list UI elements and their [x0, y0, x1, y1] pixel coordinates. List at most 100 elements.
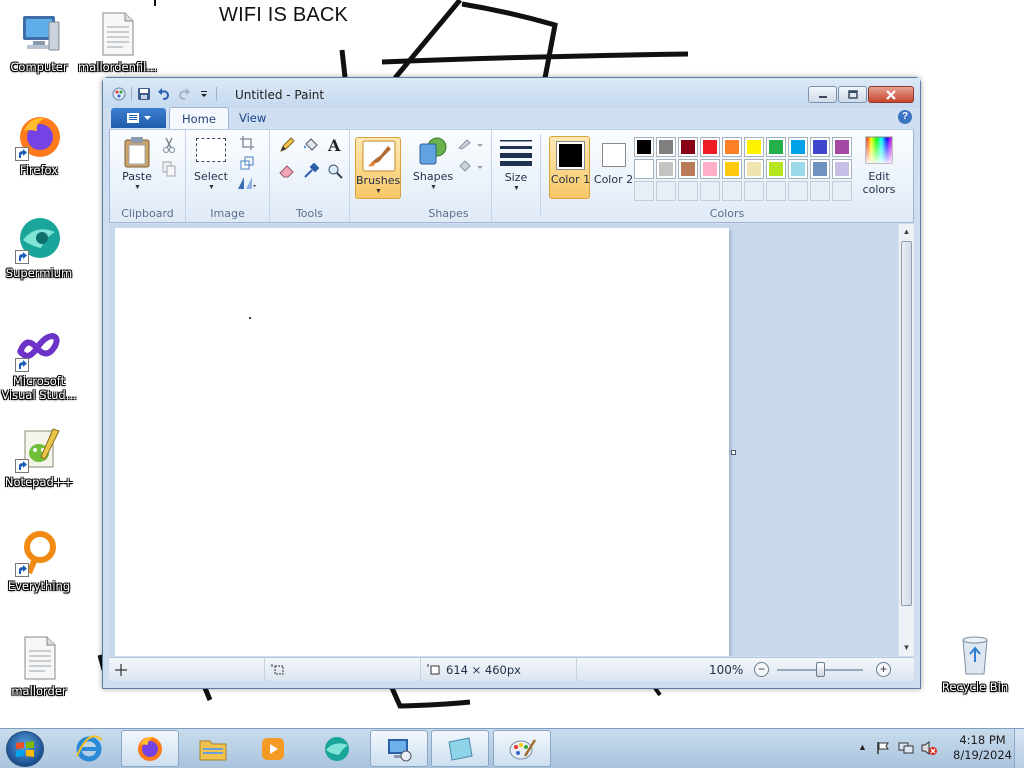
paint-app-icon[interactable]	[111, 86, 127, 102]
desktop-icon-firefox[interactable]: Firefox	[0, 113, 78, 177]
palette-swatch[interactable]	[788, 137, 808, 157]
palette-swatch[interactable]	[766, 137, 786, 157]
custom-color-slot[interactable]	[810, 181, 830, 201]
tab-home[interactable]: Home	[169, 107, 229, 129]
title-bar[interactable]: Untitled - Paint	[103, 78, 920, 108]
paint-menu-button[interactable]	[111, 108, 166, 128]
palette-swatch[interactable]	[832, 137, 852, 157]
custom-color-slot[interactable]	[634, 181, 654, 201]
desktop-icon-mallorder[interactable]: mallorder	[0, 634, 78, 698]
show-desktop-button[interactable]	[1014, 729, 1024, 768]
fill-tool[interactable]	[300, 134, 322, 156]
vertical-scrollbar[interactable]: ▲ ▼	[898, 224, 914, 656]
scroll-down-button[interactable]: ▼	[899, 640, 914, 656]
action-center-flag-icon[interactable]	[876, 741, 890, 755]
palette-swatch[interactable]	[744, 137, 764, 157]
network-icon[interactable]	[898, 740, 914, 756]
paste-button[interactable]: Paste ▼	[118, 134, 156, 196]
close-button[interactable]	[868, 86, 914, 103]
palette-swatch[interactable]	[678, 159, 698, 179]
taskbar-remote-desktop[interactable]	[370, 730, 428, 767]
palette-swatch[interactable]	[634, 137, 654, 157]
help-icon[interactable]: ?	[898, 110, 912, 124]
taskbar-supermium[interactable]	[308, 730, 366, 767]
desktop-icon-visual-studio[interactable]: Microsoft Visual Stud...	[0, 324, 78, 402]
palette-swatch[interactable]	[722, 159, 742, 179]
customize-qat-icon[interactable]	[196, 86, 212, 102]
desktop-icon-computer[interactable]: Computer	[0, 10, 78, 74]
pencil-tool[interactable]	[276, 134, 298, 156]
crop-button[interactable]	[236, 132, 258, 154]
resize-button[interactable]	[236, 152, 258, 174]
shapes-button[interactable]: Shapes ▼	[412, 134, 454, 196]
save-icon[interactable]	[136, 86, 152, 102]
drawing-canvas[interactable]	[115, 228, 729, 656]
scroll-thumb[interactable]	[901, 241, 912, 606]
custom-color-slot[interactable]	[678, 181, 698, 201]
palette-swatch[interactable]	[700, 159, 720, 179]
chevron-down-icon	[144, 115, 151, 120]
undo-icon[interactable]	[156, 86, 172, 102]
clock[interactable]: 4:18 PM 8/19/2024	[953, 733, 1012, 763]
palette-swatch[interactable]	[810, 159, 830, 179]
zoom-in-button[interactable]: +	[876, 662, 891, 677]
palette-swatch[interactable]	[810, 137, 830, 157]
copy-button[interactable]	[158, 158, 180, 180]
fill-button[interactable]	[456, 154, 484, 176]
desktop-icon-mallordenfile[interactable]: mallordenfil...	[78, 10, 157, 74]
palette-swatch[interactable]	[832, 159, 852, 179]
shortcut-arrow-icon	[15, 563, 29, 577]
custom-color-slot[interactable]	[766, 181, 786, 201]
palette-swatch[interactable]	[634, 159, 654, 179]
taskbar-window-thumbnail[interactable]	[431, 730, 489, 767]
tab-view[interactable]: View	[227, 107, 278, 129]
color2-button[interactable]: Color 2	[592, 136, 633, 199]
custom-color-slot[interactable]	[700, 181, 720, 201]
palette-swatch[interactable]	[700, 137, 720, 157]
desktop-icon-notepadpp[interactable]: Notepad++	[0, 425, 78, 489]
volume-muted-icon[interactable]	[920, 740, 938, 756]
canvas-resize-handle[interactable]	[731, 450, 736, 455]
rotate-button[interactable]	[236, 172, 258, 194]
scroll-up-button[interactable]: ▲	[899, 224, 914, 240]
palette-swatch[interactable]	[788, 159, 808, 179]
eraser-tool[interactable]	[276, 160, 298, 182]
start-button[interactable]	[6, 731, 44, 767]
magnifier-tool[interactable]	[324, 160, 346, 182]
cut-button[interactable]	[158, 134, 180, 156]
taskbar-media-player[interactable]	[244, 730, 302, 767]
brushes-button[interactable]: Brushes ▼	[355, 137, 401, 199]
zoom-slider-thumb[interactable]	[815, 662, 825, 677]
zoom-out-button[interactable]: −	[754, 662, 769, 677]
custom-color-slot[interactable]	[744, 181, 764, 201]
palette-swatch[interactable]	[656, 137, 676, 157]
minimize-button[interactable]	[808, 86, 837, 103]
edit-colors-button[interactable]: Edit colors	[858, 134, 900, 196]
palette-swatch[interactable]	[722, 137, 742, 157]
show-hidden-icons-button[interactable]: ▲	[858, 742, 867, 752]
select-button[interactable]: Select ▼	[192, 134, 230, 196]
palette-swatch[interactable]	[656, 159, 676, 179]
palette-swatch[interactable]	[678, 137, 698, 157]
custom-color-slot[interactable]	[722, 181, 742, 201]
desktop-icon-everything[interactable]: Everything	[0, 529, 78, 593]
taskbar-firefox[interactable]	[121, 730, 179, 767]
outline-button[interactable]	[456, 132, 484, 154]
size-button[interactable]: Size ▼	[496, 134, 536, 196]
text-tool[interactable]: A	[324, 134, 346, 156]
color-picker-tool[interactable]	[300, 160, 322, 182]
custom-color-slot[interactable]	[788, 181, 808, 201]
taskbar-paint[interactable]	[493, 730, 551, 767]
custom-color-slot[interactable]	[832, 181, 852, 201]
taskbar-ie[interactable]	[60, 730, 118, 767]
desktop-icon-supermium[interactable]: Supermium	[0, 216, 78, 280]
palette-swatch[interactable]	[744, 159, 764, 179]
custom-color-slot[interactable]	[656, 181, 676, 201]
taskbar-explorer[interactable]	[184, 730, 242, 767]
palette-swatch[interactable]	[766, 159, 786, 179]
maximize-button[interactable]	[838, 86, 867, 103]
desktop-icon-recycle-bin[interactable]: Recycle Bin	[936, 630, 1014, 694]
palette-swatch-fill	[791, 140, 805, 154]
color1-button[interactable]: Color 1	[549, 136, 590, 199]
redo-icon[interactable]	[176, 86, 192, 102]
